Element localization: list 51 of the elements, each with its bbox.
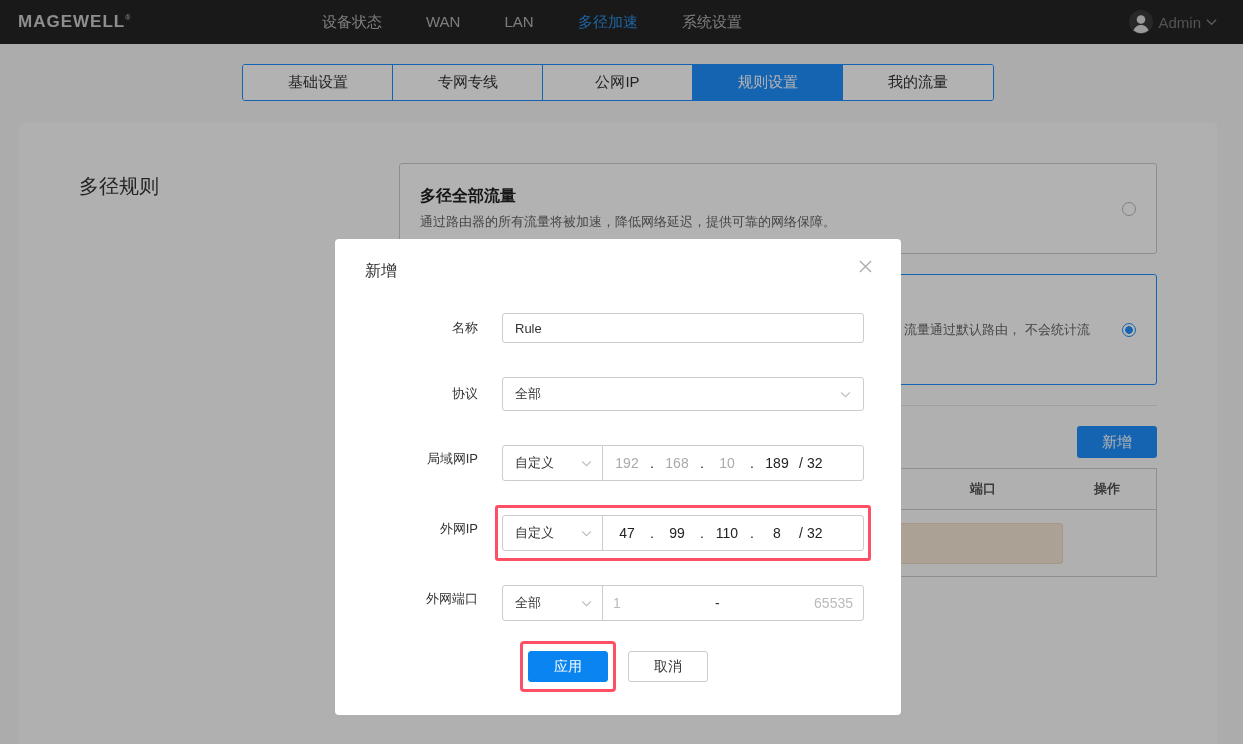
chevron-down-icon[interactable]	[1206, 18, 1217, 26]
octet-field[interactable]: 99	[665, 525, 689, 541]
mask-separator: /	[799, 525, 803, 541]
close-icon[interactable]	[859, 259, 872, 273]
chevron-down-icon	[581, 599, 592, 607]
chevron-down-icon	[581, 459, 592, 467]
cancel-button[interactable]: 取消	[628, 651, 708, 682]
nav-link[interactable]: 设备状态	[322, 12, 382, 32]
protocol-select[interactable]: 全部	[502, 377, 864, 411]
section-title: 多径规则	[79, 174, 160, 199]
dot-separator: .	[649, 525, 655, 541]
dot-separator: .	[649, 455, 655, 471]
mode-select[interactable]: 自定义	[503, 446, 603, 480]
field-label: 名称	[451, 319, 478, 337]
option-description: 通过路由器的所有流量将被加速，降低网络延迟，提供可靠的网络保障。	[420, 213, 837, 231]
name-field[interactable]: Rule	[502, 313, 864, 343]
radio-button[interactable]	[1122, 322, 1136, 337]
octet-field[interactable]: 8	[765, 525, 789, 541]
field-label: 局域网IP	[425, 450, 478, 468]
mask-separator: /	[799, 455, 803, 471]
dot-separator: .	[749, 525, 755, 541]
tab[interactable]: 基础设置	[243, 65, 393, 100]
dialog-title: 新增	[365, 260, 397, 281]
octet-field[interactable]: 47	[615, 525, 639, 541]
chevron-down-icon	[581, 529, 592, 537]
field-label: 外网端口	[425, 590, 478, 608]
mode-select[interactable]: 自定义	[503, 516, 603, 550]
user-avatar-icon[interactable]	[1129, 10, 1154, 34]
chevron-down-icon	[840, 390, 851, 398]
option-description: 流量通过默认路由， 不会统计流	[904, 320, 1091, 339]
octet-field[interactable]: 110	[715, 525, 739, 541]
mask-field[interactable]: 32	[806, 455, 823, 471]
range-dash: -	[715, 595, 720, 611]
dot-separator: .	[699, 525, 705, 541]
field-label: 协议	[451, 385, 478, 403]
logo: MAGEWELL$^{®}$	[18, 12, 133, 32]
dot-separator: .	[749, 455, 755, 471]
apply-button[interactable]: 应用	[528, 651, 608, 682]
tab[interactable]: 专网专线	[393, 65, 543, 100]
octet-field[interactable]: 189	[765, 455, 789, 471]
field-label: 外网IP	[438, 520, 478, 538]
column-header: 操作	[1093, 480, 1121, 498]
tab[interactable]: 我的流量	[843, 65, 993, 100]
nav-link[interactable]: 系统设置	[681, 12, 742, 32]
nav-link[interactable]: WAN	[426, 12, 461, 32]
mask-field[interactable]: 32	[806, 525, 823, 541]
option-title: 多径全部流量	[420, 186, 517, 206]
dot-separator: .	[699, 455, 705, 471]
tab[interactable]: 公网IP	[543, 65, 693, 100]
nav-link[interactable]: LAN	[504, 12, 534, 32]
column-header: 端口	[968, 480, 997, 498]
